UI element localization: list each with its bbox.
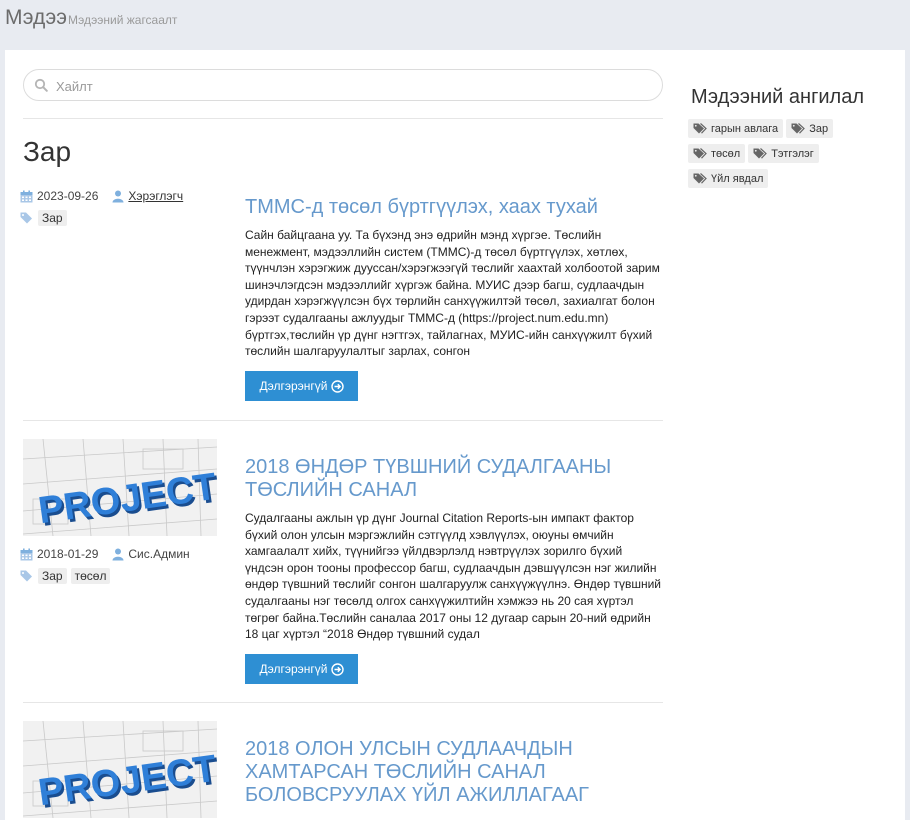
category-heading: Мэдээний ангилал: [691, 86, 864, 108]
post-date: 2023-09-26: [37, 189, 99, 203]
category-tag[interactable]: төсөл: [688, 144, 746, 163]
post-author-link[interactable]: Хэрэглэгч: [128, 189, 183, 203]
top-bar: Мэдээ Мэдээний жагсаалт: [0, 0, 910, 50]
site-subtitle: Мэдээний жагсаалт: [68, 13, 178, 27]
post-meta: 2018-01-29 Сис.Админ Зар төсөл: [20, 545, 190, 585]
read-more-button[interactable]: Дэлгэрэнгүй: [245, 371, 358, 401]
tag-icon: [753, 148, 768, 159]
tag-icon: [693, 148, 707, 159]
tag-icon: [693, 123, 707, 134]
search-icon: [34, 78, 48, 92]
post-thumbnail[interactable]: PROJECT PROJECT: [23, 439, 217, 536]
category-tag[interactable]: Тэтгэлэг: [748, 144, 819, 163]
category-tag[interactable]: Үйл явдал: [688, 169, 769, 188]
tag-icon: [693, 173, 707, 184]
calendar-icon: [20, 190, 33, 202]
post-tag[interactable]: Зар: [38, 568, 67, 584]
post-author: Сис.Админ: [128, 547, 190, 561]
divider: [23, 702, 663, 703]
content-panel: Зар 2023-09-26 Хэрэглэгч Зар: [5, 50, 905, 820]
post-thumbnail[interactable]: PROJECT PROJECT: [23, 721, 217, 818]
search-box[interactable]: [23, 69, 663, 101]
post-title[interactable]: 2018 ОЛОН УЛСЫН СУДЛААЧДЫН ХАМТАРСАН ТӨС…: [245, 738, 655, 807]
post-excerpt: Сайн байцгаана уу. Та бүхэнд энэ өдрийн …: [245, 228, 660, 359]
arrow-circle-right-icon: [330, 662, 344, 676]
tag-icon: [791, 123, 806, 134]
tag-icon: [20, 570, 32, 582]
post-excerpt: Судалгааны ажлын үр дүнг Journal Citatio…: [245, 511, 661, 642]
user-icon: [112, 190, 124, 202]
site-title[interactable]: Мэдээ: [5, 6, 67, 30]
post-title[interactable]: ТММС-д төсөл бүртгүүлэх, хаах тухай: [245, 196, 645, 219]
read-more-button[interactable]: Дэлгэрэнгүй: [245, 654, 358, 684]
divider: [23, 118, 663, 119]
arrow-circle-right-icon: [330, 379, 344, 393]
post-date: 2018-01-29: [37, 547, 99, 561]
post-tag[interactable]: Зар: [38, 210, 67, 226]
category-tag[interactable]: гарын авлага: [688, 119, 784, 138]
tag-icon: [20, 212, 32, 224]
post-meta: 2023-09-26 Хэрэглэгч Зар: [20, 187, 183, 227]
divider: [23, 420, 663, 421]
category-tag[interactable]: Зар: [786, 119, 834, 138]
category-tag-list: гарын авлага Зар төсөл Тэтгэлэг Үйл явда…: [688, 119, 858, 194]
read-more-label: Дэлгэрэнгүй: [259, 379, 328, 393]
post-tag[interactable]: төсөл: [70, 568, 111, 584]
post-title[interactable]: 2018 ӨНДӨР ТҮВШНИЙ СУДАЛГААНЫ ТӨСЛИЙН СА…: [245, 456, 655, 502]
user-icon: [112, 548, 124, 560]
read-more-label: Дэлгэрэнгүй: [259, 662, 328, 676]
page-title: Зар: [23, 136, 72, 167]
search-input[interactable]: [54, 74, 648, 98]
calendar-icon: [20, 548, 33, 560]
